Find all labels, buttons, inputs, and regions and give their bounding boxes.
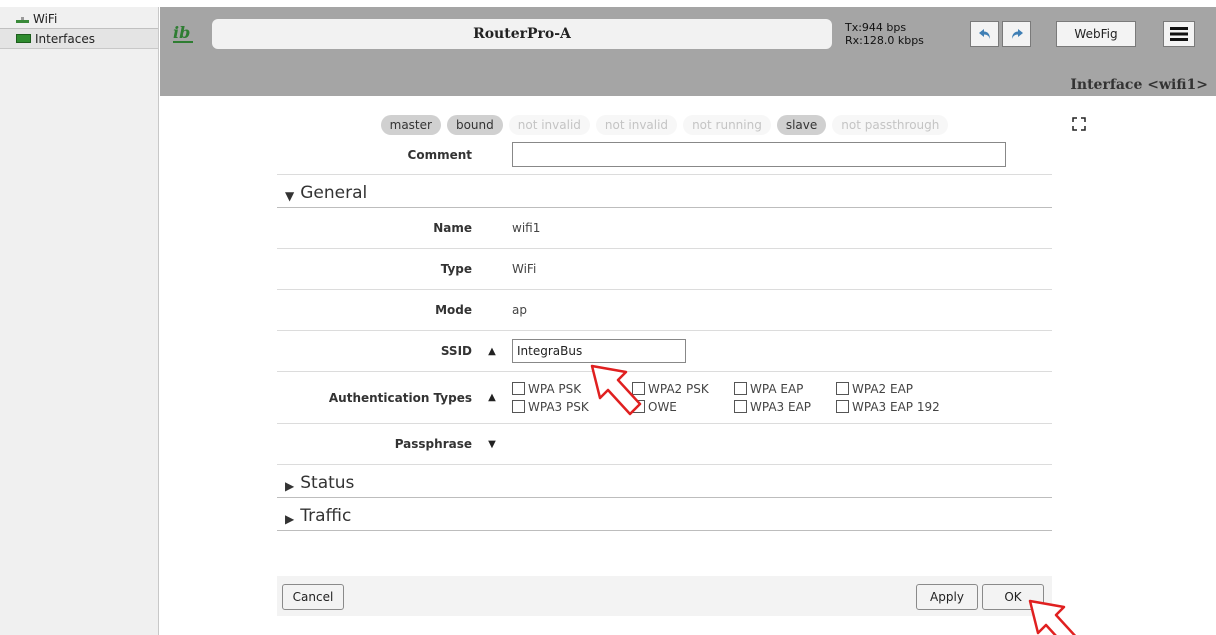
checkbox[interactable]	[836, 382, 849, 395]
comment-field[interactable]	[512, 142, 1006, 167]
rx-rate: Rx:128.0 kbps	[845, 34, 924, 47]
passphrase-label: Passphrase	[394, 437, 472, 451]
apply-button[interactable]: Apply	[916, 584, 978, 610]
checkbox[interactable]	[512, 400, 525, 413]
interfaces-icon	[16, 34, 31, 43]
checkbox[interactable]	[512, 382, 525, 395]
checkbox[interactable]	[734, 382, 747, 395]
interface-form: master bound not invalid not invalid not…	[277, 108, 1052, 531]
checkbox[interactable]	[632, 382, 645, 395]
undo-button[interactable]	[970, 21, 999, 47]
section-title: Traffic	[300, 506, 352, 526]
checkbox[interactable]	[836, 400, 849, 413]
redo-icon	[1011, 29, 1023, 39]
name-row: Name wifi1	[277, 208, 1052, 249]
sidebar-item-label: Interfaces	[35, 31, 95, 46]
mode-row: Mode ap	[277, 290, 1052, 331]
page-title: Interface <wifi1>	[1070, 77, 1208, 93]
section-traffic[interactable]: ▶ Traffic	[277, 498, 1052, 531]
passphrase-row: Passphrase ▼	[277, 424, 1052, 465]
auth-types-label: Authentication Types	[328, 390, 472, 405]
auth-option-wpa2-psk[interactable]: WPA2 PSK	[632, 382, 734, 396]
router-title: RouterPro-A	[212, 19, 832, 49]
menu-button[interactable]	[1163, 21, 1195, 47]
ssid-row: SSID ▲	[277, 331, 1052, 372]
mode-value: ap	[512, 303, 527, 317]
svg-text:ib: ib	[173, 23, 190, 42]
section-title: General	[300, 183, 368, 203]
tx-rate: Tx:944 bps	[845, 21, 907, 34]
auth-option-wpa-psk[interactable]: WPA PSK	[512, 382, 632, 396]
hamburger-menu-icon	[1170, 27, 1188, 41]
flag-badge: not passthrough	[832, 115, 949, 135]
cancel-button[interactable]: Cancel	[282, 584, 344, 610]
checkbox[interactable]	[734, 400, 747, 413]
auth-option-wpa-eap[interactable]: WPA EAP	[734, 382, 836, 396]
auth-option-owe[interactable]: OWE	[632, 400, 734, 414]
traffic-rates: Tx:944 bps Rx:128.0 kbps	[845, 21, 924, 47]
auth-option-wpa3-eap-192[interactable]: WPA3 EAP 192	[836, 400, 956, 414]
collapsed-triangle-icon: ▶	[285, 479, 295, 493]
section-status[interactable]: ▶ Status	[277, 465, 1052, 498]
auth-types-row: Authentication Types ▲ WPA PSK WPA2 PSK …	[277, 372, 1052, 424]
collapsed-triangle-icon: ▶	[285, 512, 295, 526]
name-label: Name	[433, 221, 472, 235]
undo-icon	[978, 29, 990, 39]
flag-badge: slave	[776, 115, 827, 135]
type-label: Type	[440, 262, 472, 276]
flag-badge: not invalid	[508, 115, 590, 135]
wifi-icon	[16, 17, 29, 23]
collapse-arrow-icon[interactable]: ▲	[472, 346, 512, 357]
auth-option-wpa3-psk[interactable]: WPA3 PSK	[512, 400, 632, 414]
fullscreen-icon[interactable]	[1072, 117, 1086, 131]
flag-badge: not running	[683, 115, 771, 135]
brand-logo: ib	[173, 23, 193, 43]
ssid-label: SSID	[440, 344, 472, 358]
sidebar-item-wifi[interactable]: WiFi	[0, 9, 158, 29]
top-header: ib RouterPro-A Tx:944 bps Rx:128.0 kbps …	[160, 7, 1216, 96]
name-value: wifi1	[512, 221, 541, 235]
collapse-arrow-icon[interactable]: ▲	[472, 392, 512, 403]
webfig-button[interactable]: WebFig	[1056, 21, 1136, 47]
ok-button[interactable]: OK	[982, 584, 1044, 610]
status-flags: master bound not invalid not invalid not…	[277, 108, 1052, 135]
sidebar: WiFi Interfaces	[0, 7, 159, 635]
type-value: WiFi	[512, 262, 537, 276]
checkbox[interactable]	[632, 400, 645, 413]
comment-row: Comment	[277, 135, 1052, 175]
expanded-triangle-icon: ▼	[285, 189, 295, 203]
type-row: Type WiFi	[277, 249, 1052, 290]
action-bar: Cancel Apply OK	[277, 576, 1052, 616]
auth-option-wpa2-eap[interactable]: WPA2 EAP	[836, 382, 956, 396]
expand-arrow-icon[interactable]: ▼	[472, 439, 512, 450]
ssid-input[interactable]	[512, 339, 686, 363]
flag-badge: bound	[446, 115, 503, 135]
flag-badge: not invalid	[595, 115, 678, 135]
flag-badge: master	[380, 115, 441, 135]
comment-label: Comment	[407, 147, 472, 162]
sidebar-item-label: WiFi	[33, 11, 58, 26]
mode-label: Mode	[435, 303, 472, 317]
section-general[interactable]: ▼ General	[277, 175, 1052, 208]
auth-types-checkboxes: WPA PSK WPA2 PSK WPA EAP WPA2 EAP WPA3 P…	[512, 382, 956, 414]
redo-button[interactable]	[1002, 21, 1031, 47]
sidebar-item-interfaces[interactable]: Interfaces	[0, 29, 158, 49]
auth-option-wpa3-eap[interactable]: WPA3 EAP	[734, 400, 836, 414]
section-title: Status	[300, 473, 355, 493]
